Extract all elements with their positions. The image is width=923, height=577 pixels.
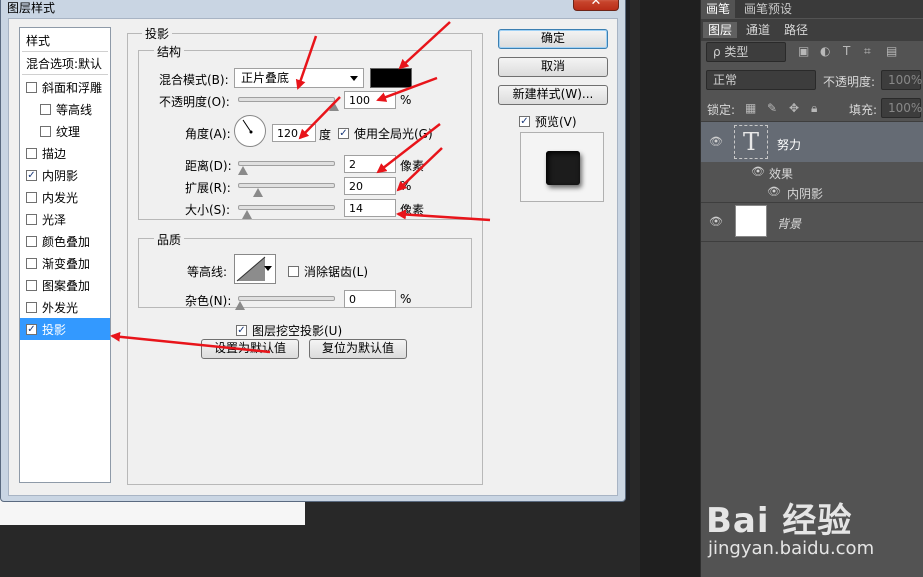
arrow-spread [396,147,443,192]
arrow-distance [376,123,441,174]
arrow-size [396,209,491,222]
arrow-color-swatch [398,21,451,70]
arrow-angle [298,96,341,140]
arrow-opacity [376,76,438,102]
arrow-blend-mode [295,35,318,90]
arrow-drop-shadow-item [110,331,271,354]
annotation-arrows [110,21,491,354]
